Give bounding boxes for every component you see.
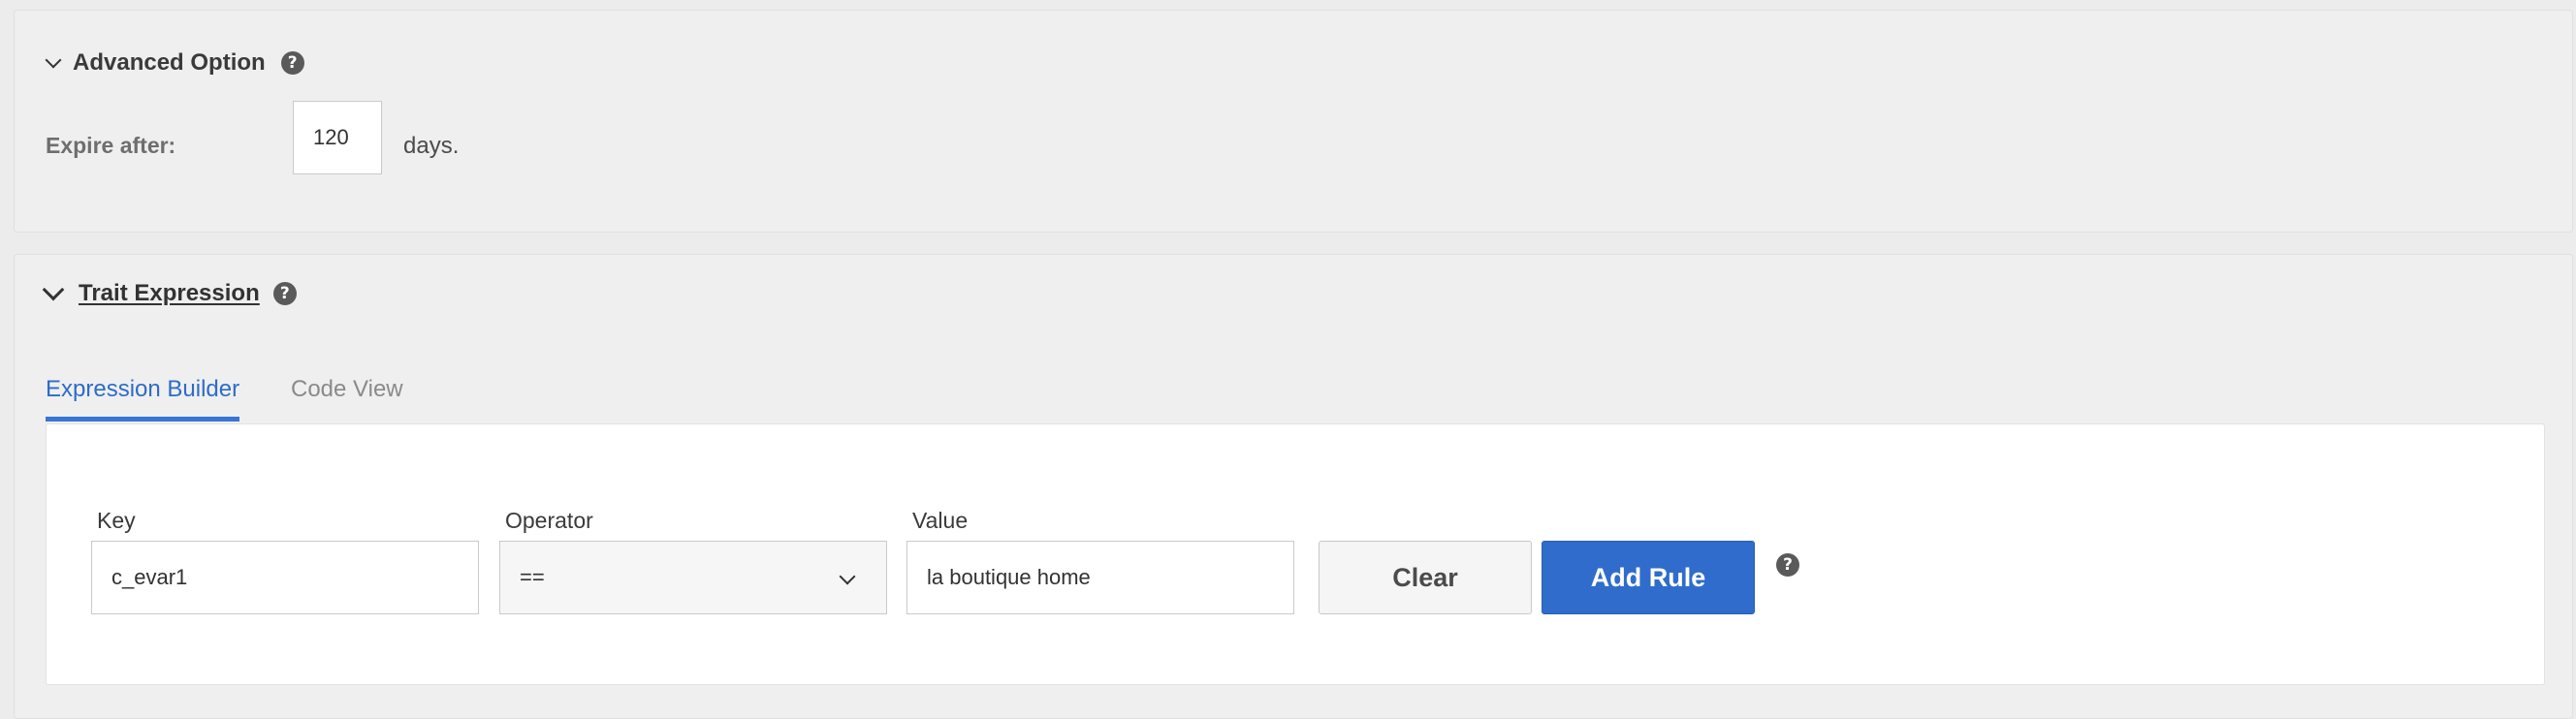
expire-days-suffix: days. [403, 133, 460, 159]
expression-builder-area: Key Operator == Value Clear Add Rule ? [46, 423, 2545, 685]
clear-button[interactable]: Clear [1319, 541, 1532, 614]
trait-expression-panel: Trait Expression ? Expression Builder Co… [14, 254, 2573, 719]
operator-select[interactable]: == [499, 541, 887, 614]
key-label: Key [97, 508, 136, 533]
expire-after-label: Expire after: [46, 133, 176, 158]
tab-expression-builder[interactable]: Expression Builder [46, 376, 240, 422]
key-input[interactable] [91, 541, 479, 614]
help-icon[interactable]: ? [280, 51, 304, 75]
tab-code-view[interactable]: Code View [291, 376, 403, 417]
trait-expression-title[interactable]: Trait Expression [79, 280, 260, 307]
chevron-down-icon [42, 278, 65, 301]
chevron-down-icon [45, 51, 62, 69]
advanced-option-title: Advanced Option [73, 49, 266, 76]
expire-days-input[interactable] [293, 101, 382, 174]
operator-label: Operator [505, 508, 593, 533]
advanced-option-panel: Advanced Option ? Expire after: days. [14, 10, 2573, 233]
help-icon[interactable]: ? [272, 282, 297, 305]
add-rule-button[interactable]: Add Rule [1542, 541, 1755, 614]
value-input[interactable] [906, 541, 1294, 614]
trait-expression-toggle[interactable]: Trait Expression ? [42, 278, 297, 307]
operator-selected-value: == [520, 565, 545, 589]
help-icon[interactable]: ? [1776, 553, 1799, 577]
chevron-down-icon [839, 568, 856, 585]
value-label: Value [912, 508, 969, 533]
advanced-option-toggle[interactable]: Advanced Option ? [45, 49, 304, 77]
